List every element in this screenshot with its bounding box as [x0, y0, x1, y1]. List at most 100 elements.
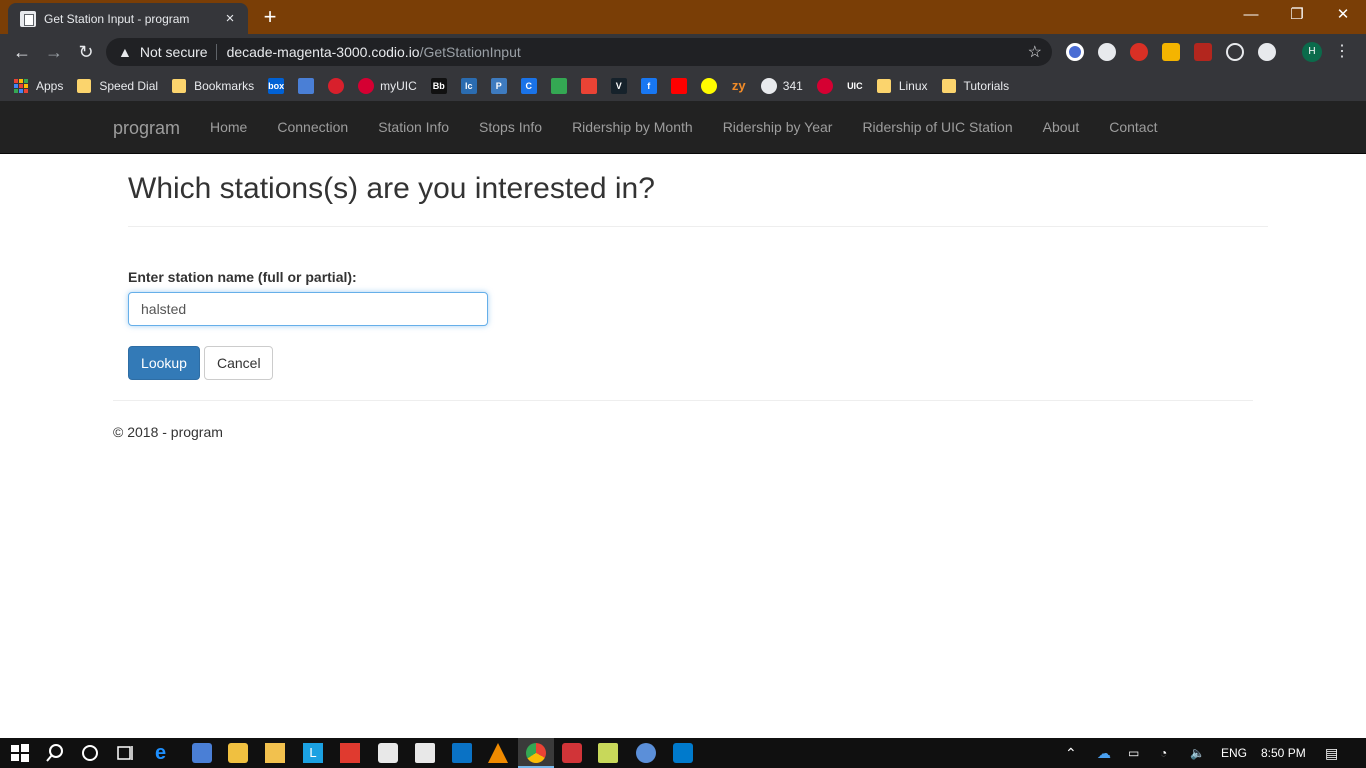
bookmark-item[interactable]: [700, 77, 717, 94]
extension-globe-icon[interactable]: [1098, 43, 1116, 61]
bookmark-star-icon[interactable]: ☆: [1028, 42, 1042, 62]
nav-link-ridership-uic[interactable]: Ridership of UIC Station: [847, 101, 1027, 154]
browser-menu-icon[interactable]: ⋮: [1334, 41, 1350, 61]
paint-icon[interactable]: [378, 743, 398, 763]
windows-start-icon[interactable]: [10, 743, 30, 763]
address-bar[interactable]: ▲ Not secure decade-magenta-3000.codio.i…: [106, 38, 1052, 66]
battery-icon[interactable]: ▭: [1128, 738, 1139, 768]
extension-block-icon[interactable]: [1066, 43, 1084, 61]
page-favicon-icon: [20, 10, 36, 27]
bookmark-item[interactable]: 341: [760, 77, 803, 94]
nav-link-ridership-month[interactable]: Ridership by Month: [557, 101, 708, 154]
task-view-icon[interactable]: [115, 743, 135, 763]
bookmark-item[interactable]: Bookmarks: [172, 78, 255, 93]
nav-link-ridership-year[interactable]: Ridership by Year: [708, 101, 848, 154]
bookmark-item[interactable]: f: [640, 77, 657, 94]
url-host[interactable]: decade-magenta-3000.codio.io: [227, 44, 420, 60]
vlc-icon[interactable]: [488, 743, 508, 763]
bookmark-item[interactable]: V: [610, 77, 627, 94]
nav-link-about[interactable]: About: [1028, 101, 1095, 154]
nav-link-stops-info[interactable]: Stops Info: [464, 101, 557, 154]
notepad-icon[interactable]: [598, 743, 618, 763]
bookmark-item[interactable]: [816, 77, 833, 94]
cortana-icon[interactable]: [80, 743, 100, 763]
extension-dots-icon[interactable]: [1258, 43, 1276, 61]
drive-icon: [550, 77, 567, 94]
vscode-icon[interactable]: [673, 743, 693, 763]
bookmark-item[interactable]: Apps: [14, 78, 63, 93]
tab-close-icon[interactable]: ×: [218, 10, 242, 27]
extension-react-icon[interactable]: [1226, 43, 1244, 61]
window-minimize-button[interactable]: —: [1228, 0, 1274, 30]
bookmark-item[interactable]: [580, 77, 597, 94]
bookmark-label: Speed Dial: [99, 78, 159, 93]
site-brand[interactable]: program: [113, 118, 180, 139]
bookmark-item[interactable]: Bb: [430, 77, 447, 94]
bookmark-item[interactable]: [670, 77, 687, 94]
station-name-input[interactable]: [128, 292, 488, 326]
bookmark-item[interactable]: Tutorials: [941, 78, 1009, 93]
bookmark-item[interactable]: [298, 77, 315, 94]
extension-notes-icon[interactable]: [1162, 43, 1180, 61]
browser-tab-active[interactable]: Get Station Input - program ×: [8, 3, 248, 34]
bookmark-item[interactable]: Linux: [876, 78, 928, 93]
nav-links: Home Connection Station Info Stops Info …: [195, 101, 1172, 154]
mail-icon[interactable]: [415, 743, 435, 763]
bookmark-item[interactable]: lc: [460, 77, 477, 94]
piazza-icon: P: [490, 77, 507, 94]
bookmark-item[interactable]: box: [268, 77, 284, 94]
bookmark-item[interactable]: [550, 77, 567, 94]
onedrive-icon[interactable]: ☁: [1097, 738, 1111, 768]
bookmark-item[interactable]: UIC: [846, 77, 863, 94]
footer-copyright: © 2018 - program: [113, 424, 223, 440]
chrome-icon[interactable]: [526, 743, 546, 763]
outlook-icon[interactable]: [452, 743, 472, 763]
file-explorer-icon[interactable]: [265, 743, 285, 763]
extension-pdf-icon[interactable]: [1194, 43, 1212, 61]
reload-button[interactable]: ↻: [74, 40, 98, 64]
url-path[interactable]: /GetStationInput: [420, 44, 521, 60]
bookmark-item[interactable]: P: [490, 77, 507, 94]
network-app-icon[interactable]: [192, 743, 212, 763]
warning-icon[interactable]: ▲: [118, 44, 132, 60]
notifications-icon[interactable]: ▤: [1325, 738, 1338, 768]
bookmark-item[interactable]: myUIC: [358, 77, 417, 94]
security-label[interactable]: Not secure: [140, 44, 208, 60]
tray-overflow-icon[interactable]: ⌃: [1065, 738, 1077, 768]
bookmark-label: Linux: [898, 78, 928, 93]
back-button[interactable]: ←: [10, 40, 34, 64]
bookmark-item[interactable]: [328, 77, 345, 94]
language-indicator[interactable]: ENG: [1221, 738, 1247, 768]
browser-titlebar: Get Station Input - program × + — ❐ ✕: [0, 0, 1366, 34]
bookmark-item[interactable]: zy: [731, 78, 747, 94]
window-restore-button[interactable]: ❐: [1274, 0, 1320, 30]
profile-avatar[interactable]: H: [1302, 42, 1322, 62]
search-icon[interactable]: [45, 743, 65, 763]
store-icon[interactable]: [228, 743, 248, 763]
nav-link-home[interactable]: Home: [195, 101, 262, 154]
zybooks-icon: zy: [731, 77, 746, 93]
cancel-button[interactable]: Cancel: [204, 346, 273, 380]
forward-button[interactable]: →: [42, 40, 66, 64]
volume-icon[interactable]: 🔈: [1190, 738, 1205, 768]
bookmark-item[interactable]: Speed Dial: [77, 78, 159, 93]
lookup-button[interactable]: Lookup: [128, 346, 200, 380]
footer-divider: [113, 400, 1253, 401]
app-red-icon[interactable]: [562, 743, 582, 763]
wifi-icon[interactable]: ◔: [1160, 738, 1167, 768]
bookmark-label: 341: [782, 78, 803, 93]
nav-link-connection[interactable]: Connection: [262, 101, 363, 154]
bookmark-label: Bookmarks: [194, 78, 255, 93]
paint3d-icon[interactable]: [636, 743, 656, 763]
bookmark-item[interactable]: C: [520, 77, 537, 94]
extension-hand-icon[interactable]: [1130, 43, 1148, 61]
clock-time[interactable]: 8:50 PM: [1261, 738, 1306, 768]
nav-link-station-info[interactable]: Station Info: [363, 101, 464, 154]
l-app-icon[interactable]: L: [303, 743, 323, 763]
new-tab-button[interactable]: +: [258, 5, 282, 29]
red-app-icon[interactable]: [340, 743, 360, 763]
edge-icon[interactable]: e: [155, 743, 175, 763]
nav-link-contact[interactable]: Contact: [1094, 101, 1172, 154]
title-divider: [128, 226, 1268, 227]
window-close-button[interactable]: ✕: [1320, 0, 1366, 30]
